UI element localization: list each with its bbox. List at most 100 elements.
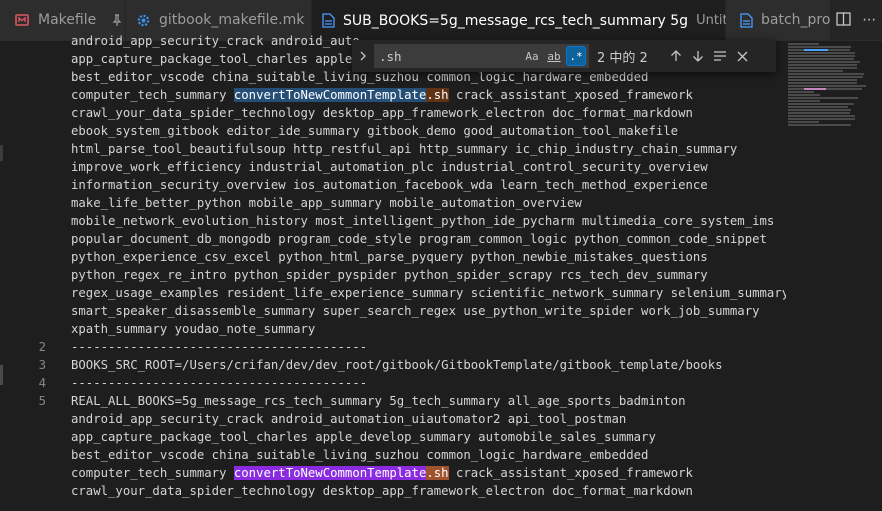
line-text: ----------------------------------------: [71, 340, 368, 354]
toggle-replace-chevron-icon[interactable]: [352, 40, 374, 72]
minimap-line: [788, 55, 855, 57]
minimap-match-marker: [804, 88, 826, 90]
code-line[interactable]: computer_tech_summary convertToNewCommon…: [0, 464, 786, 482]
close-icon[interactable]: [731, 45, 753, 67]
line-text: python_experience_csv_excel python_html_…: [71, 250, 708, 264]
find-in-selection-icon[interactable]: [709, 45, 731, 67]
regex-toggle[interactable]: .*: [566, 46, 586, 66]
minimap[interactable]: [786, 41, 882, 511]
text-segment: crack_assistant_xposed_framework: [448, 88, 693, 102]
code-line[interactable]: mobile_network_evolution_history most_in…: [0, 212, 786, 230]
code-line[interactable]: crawl_your_data_spider_technology deskto…: [0, 482, 786, 500]
code-line[interactable]: crawl_your_data_spider_technology deskto…: [0, 104, 786, 122]
minimap-line: [788, 103, 854, 105]
code-line[interactable]: improve_work_efficiency industrial_autom…: [0, 158, 786, 176]
split-editor-icon[interactable]: [836, 11, 851, 30]
tab-label: Makefile: [38, 12, 97, 28]
minimap-line: [788, 46, 851, 48]
previous-match-icon[interactable]: [665, 45, 687, 67]
editor-area[interactable]: android_app_security_crack android_autoa…: [0, 34, 882, 511]
code-line[interactable]: ebook_system_gitbook editor_ide_summary …: [0, 122, 786, 140]
search-match-term: .sh: [426, 466, 449, 480]
minimap-line: [788, 91, 814, 93]
code-line[interactable]: 5 REAL_ALL_BOOKS=5g_message_rcs_tech_summ…: [0, 392, 786, 410]
code-line[interactable]: python_experience_csv_excel python_html_…: [0, 248, 786, 266]
minimap-line: [788, 64, 857, 66]
minimap-line: [788, 58, 854, 60]
minimap-line: [788, 67, 857, 69]
code-line[interactable]: smart_speaker_disassemble_summary super_…: [0, 302, 786, 320]
minimap-line: [788, 112, 850, 114]
code-line[interactable]: information_security_overview ios_automa…: [0, 176, 786, 194]
line-text: improve_work_efficiency industrial_autom…: [71, 160, 708, 174]
code-line[interactable]: popular_document_db_mongodb program_code…: [0, 230, 786, 248]
code-line[interactable]: regex_usage_examples resident_life_exper…: [0, 284, 790, 302]
line-text: smart_speaker_disassemble_summary super_…: [71, 304, 760, 318]
editor-actions: ⋯: [830, 0, 882, 40]
code-line[interactable]: 3 BOOKS_SRC_ROOT=/Users/crifan/dev/dev_ro…: [0, 356, 786, 374]
tab-label: SUB_BOOKS=5g_message_rcs_tech_summary 5g: [343, 12, 689, 29]
tab-label: gitbook_makefile.mk: [159, 12, 305, 28]
find-result-count: 2 中的 2: [597, 50, 648, 66]
match-case-toggle[interactable]: Aa: [522, 46, 542, 66]
code-line[interactable]: html_parse_tool_beautifulsoup http_restf…: [0, 140, 786, 158]
minimap-line: [788, 109, 851, 111]
code-line[interactable]: computer_tech_summary convertToNewCommon…: [0, 86, 786, 104]
file-icon: [322, 13, 335, 29]
line-text: computer_tech_summary convertToNewCommon…: [71, 86, 693, 104]
minimap-line: [788, 79, 857, 81]
line-text: ----------------------------------------: [71, 376, 368, 390]
find-widget: .sh Aa ab .* 2 中的 2: [352, 40, 776, 72]
line-text: android_app_security_crack android_autom…: [71, 412, 627, 426]
text-segment: computer_tech_summary: [71, 88, 234, 102]
minimap-line: [788, 73, 864, 75]
line-text: xpath_summary youdao_note_summary: [71, 322, 316, 336]
code-line[interactable]: 4 ---------------------------------------…: [0, 374, 786, 392]
file-icon: [740, 12, 753, 28]
line-text: mobile_network_evolution_history most_in…: [71, 214, 775, 228]
minimap-line: [788, 85, 866, 87]
next-match-icon[interactable]: [687, 45, 709, 67]
code-line[interactable]: android_app_security_crack android_autom…: [0, 410, 786, 428]
line-text: crawl_your_data_spider_technology deskto…: [71, 484, 693, 498]
minimap-line: [788, 97, 858, 99]
minimap-line: [788, 106, 848, 108]
line-text: best_editor_vscode china_suitable_living…: [71, 448, 649, 462]
line-text: android_app_security_crack android_auto: [71, 34, 360, 48]
gear-icon: [136, 12, 151, 28]
minimap-line: [788, 121, 819, 123]
line-text: BOOKS_SRC_ROOT=/Users/crifan/dev/dev_roo…: [71, 358, 723, 372]
minimap-line: [788, 124, 851, 126]
code-line[interactable]: best_editor_vscode china_suitable_living…: [0, 446, 786, 464]
line-text: app_capture_package_tool_charles apple_d…: [71, 430, 656, 444]
line-text: popular_document_db_mongodb program_code…: [71, 232, 767, 246]
minimap-line: [788, 76, 863, 78]
line-text: REAL_ALL_BOOKS=5g_message_rcs_tech_summa…: [71, 394, 686, 408]
minimap-line: [788, 118, 855, 120]
line-text: make_life_better_python mobile_app_summa…: [71, 196, 582, 210]
code-line[interactable]: make_life_better_python mobile_app_summa…: [0, 194, 786, 212]
line-text: regex_usage_examples resident_life_exper…: [71, 286, 790, 300]
line-number: 4: [38, 376, 46, 390]
find-input[interactable]: .sh Aa ab .*: [374, 44, 589, 68]
minimap-line: [788, 94, 820, 96]
text-segment: crack_assistant_xposed_framework: [448, 466, 693, 480]
code-line[interactable]: python_regex_re_intro python_spider_pysp…: [0, 266, 786, 284]
line-number: 5: [38, 394, 46, 408]
makefile-icon: [14, 12, 30, 28]
minimap-line: [788, 61, 860, 63]
line-text: python_regex_re_intro python_spider_pysp…: [71, 268, 708, 282]
pin-icon[interactable]: [110, 13, 124, 27]
search-match-highlight: convertToNewCommonTemplate: [233, 88, 427, 102]
code-line[interactable]: app_capture_package_tool_charles apple_d…: [0, 428, 786, 446]
search-match-term: .sh: [426, 88, 449, 102]
line-text: crawl_your_data_spider_technology deskto…: [71, 106, 693, 120]
text-segment: computer_tech_summary: [71, 466, 234, 480]
minimap-line: [788, 52, 855, 54]
line-text: computer_tech_summary convertToNewCommon…: [71, 464, 693, 482]
code-line[interactable]: 2 ---------------------------------------…: [0, 338, 786, 356]
code-line[interactable]: xpath_summary youdao_note_summary: [0, 320, 786, 338]
more-actions-icon[interactable]: ⋯: [862, 12, 876, 28]
find-query: .sh: [379, 48, 402, 64]
whole-word-toggle[interactable]: ab: [544, 46, 564, 66]
